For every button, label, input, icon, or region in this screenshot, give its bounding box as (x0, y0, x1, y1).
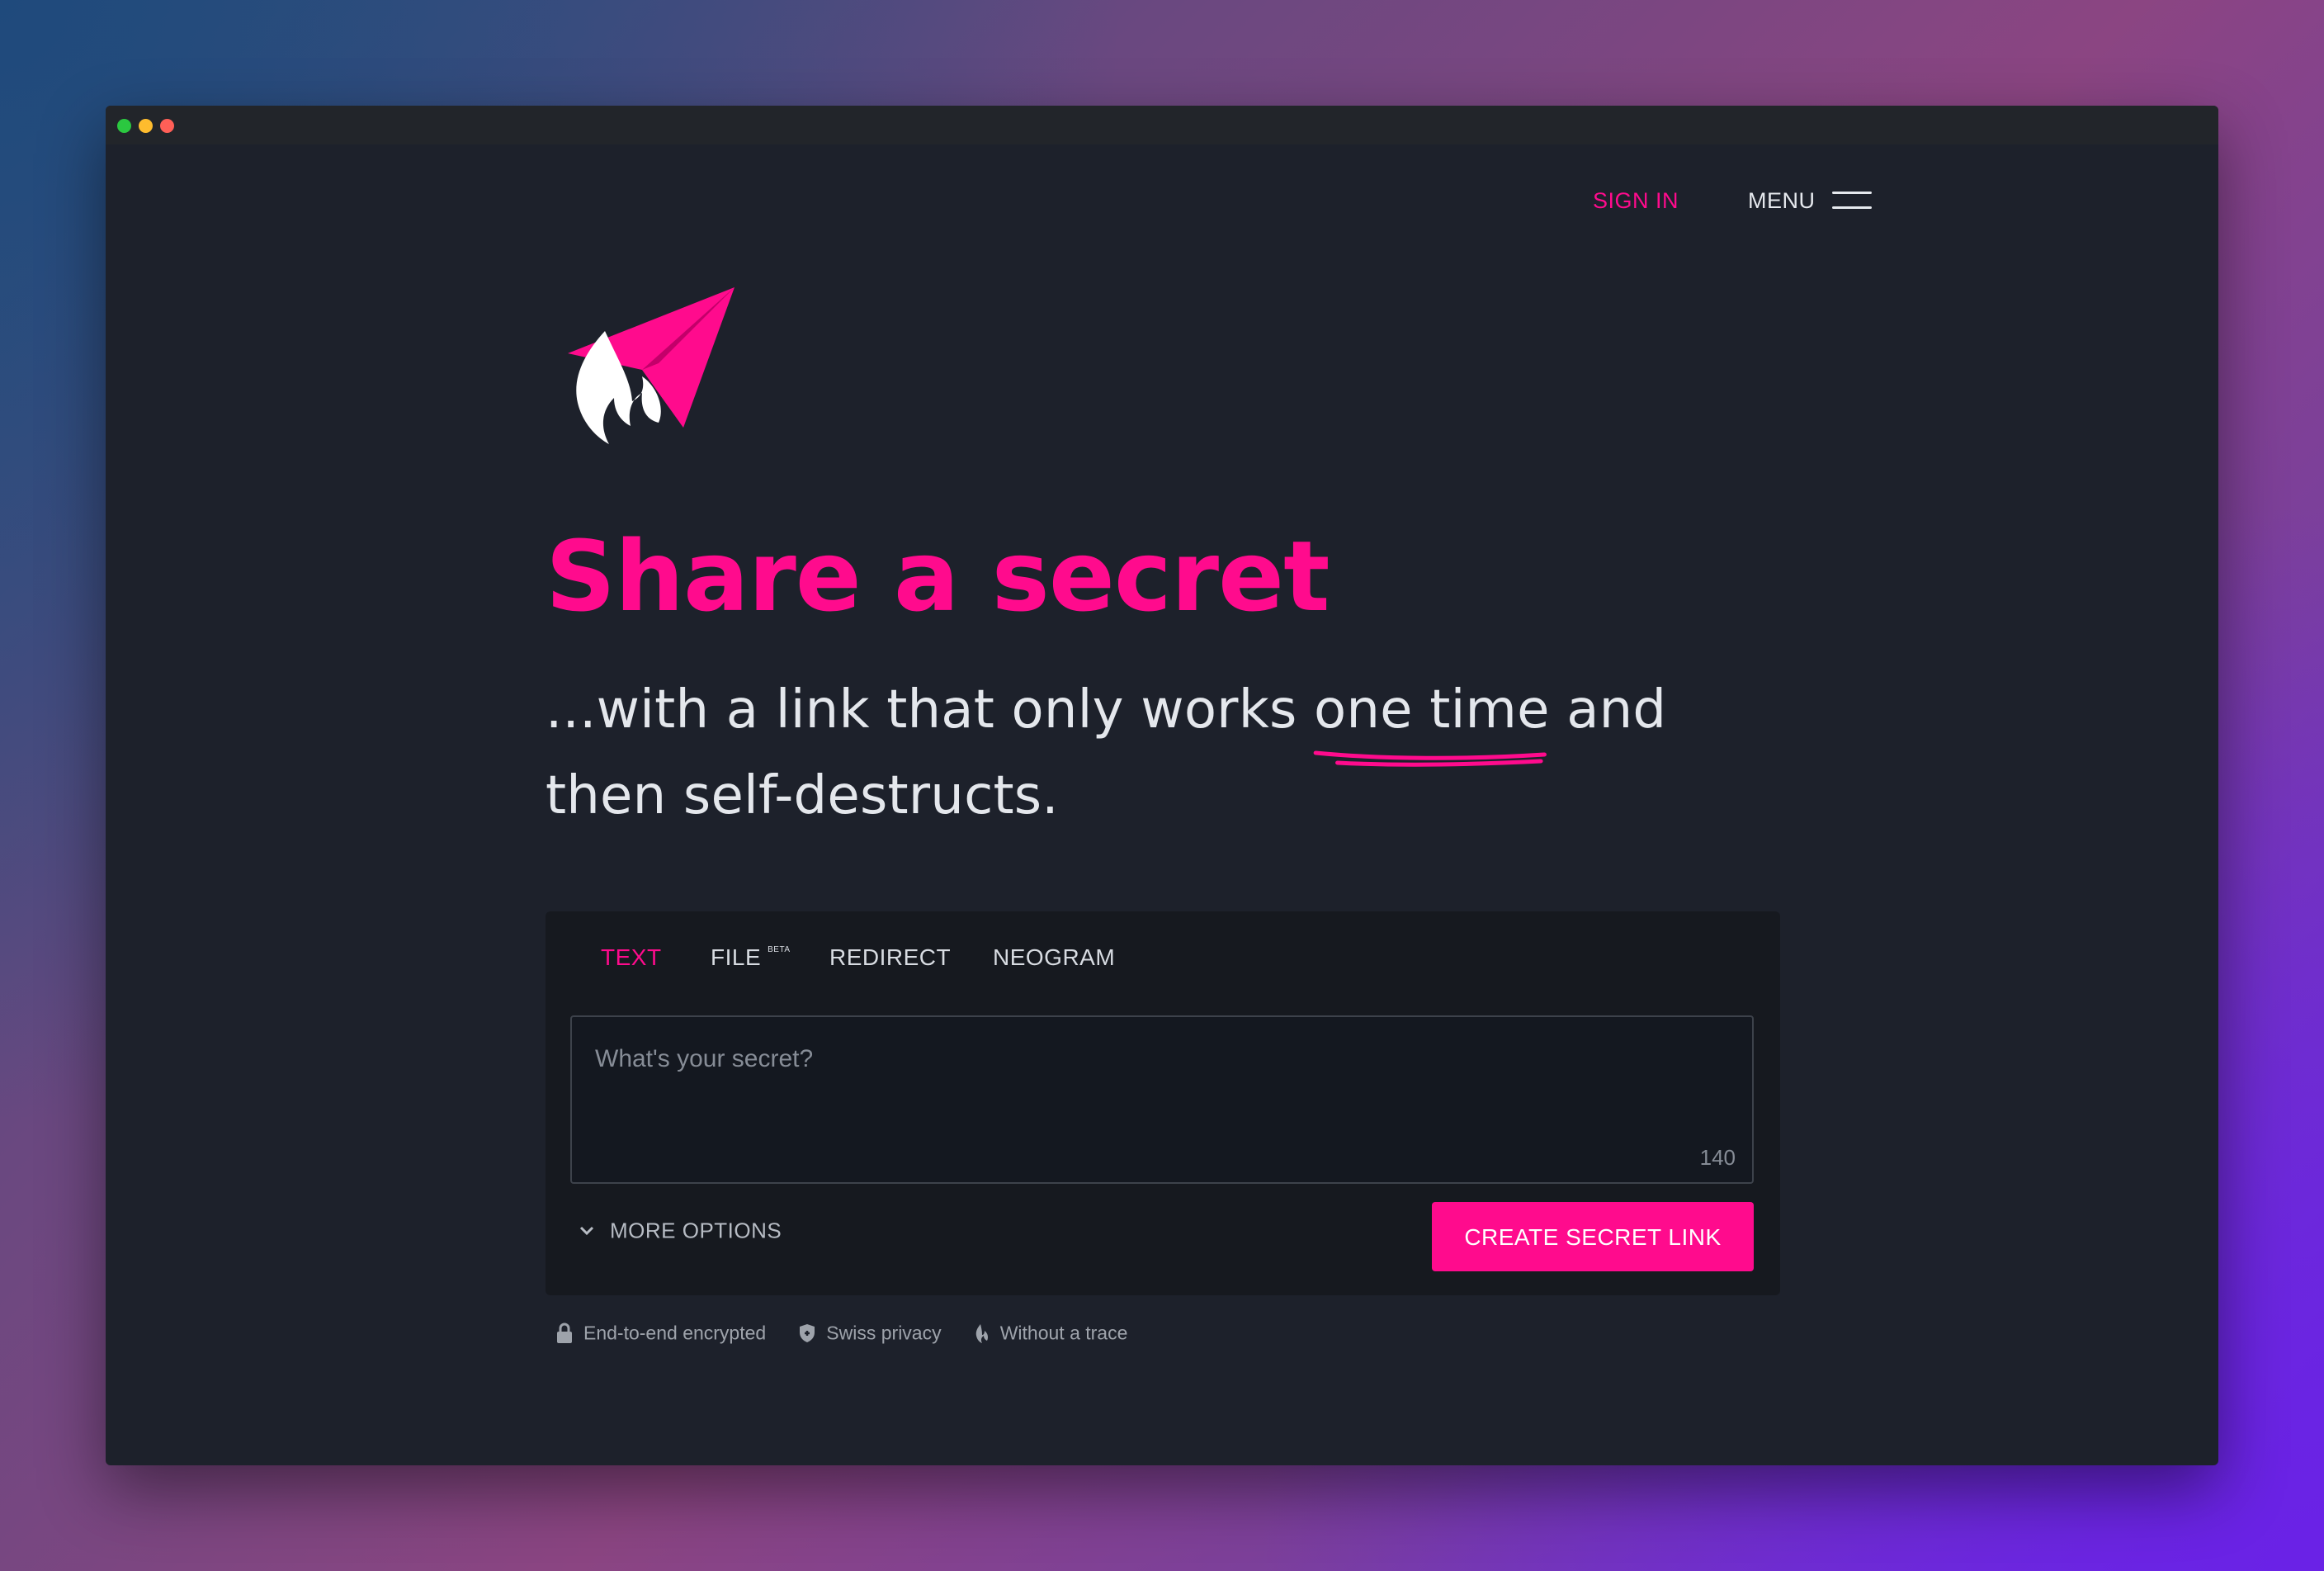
top-nav: SIGN IN MENU (1509, 178, 1872, 228)
lock-icon (557, 1323, 572, 1343)
char-counter: 140 (1699, 1145, 1736, 1170)
tab-text[interactable]: TEXT (601, 944, 662, 971)
subtitle-text-before: ...with a link that only works (546, 679, 1315, 741)
menu-button[interactable]: MENU (1748, 188, 1816, 214)
tab-bar: TEXT FILE BETA REDIRECT NEOGRAM (546, 944, 1780, 986)
feature-without-trace: Without a trace (974, 1321, 1128, 1344)
create-secret-link-button[interactable]: CREATE SECRET LINK (1432, 1202, 1754, 1271)
logo-icon (568, 287, 735, 444)
beta-badge: BETA (768, 944, 791, 954)
underline-scribble (1313, 750, 1547, 767)
browser-window: SIGN IN MENU Share a secret ...with a li… (106, 106, 2218, 1465)
more-options-label: MORE OPTIONS (610, 1218, 782, 1243)
flame-icon (975, 1323, 988, 1343)
feature-without-trace-label: Without a trace (999, 1322, 1128, 1344)
hamburger-menu-icon[interactable] (1832, 188, 1872, 213)
more-options-toggle[interactable]: MORE OPTIONS (579, 1217, 782, 1250)
feature-list: End-to-end encrypted Swiss privacy Witho… (555, 1321, 1155, 1354)
feature-encrypted-label: End-to-end encrypted (583, 1322, 767, 1344)
window-titlebar (106, 106, 2218, 144)
feature-swiss-privacy-label: Swiss privacy (826, 1322, 942, 1344)
secret-input[interactable] (572, 1017, 1752, 1182)
page-subtitle: ...with a link that only works one time … (546, 667, 1750, 839)
tab-file[interactable]: FILE BETA (711, 944, 791, 971)
window-minimize-button[interactable] (139, 119, 153, 133)
tab-file-label: FILE (711, 944, 762, 970)
subtitle-highlight-text: one time (1314, 679, 1550, 741)
tab-neogram[interactable]: NEOGRAM (993, 944, 1115, 971)
window-maximize-button[interactable] (117, 119, 131, 133)
feature-encrypted: End-to-end encrypted (555, 1321, 766, 1344)
secret-form-card: TEXT FILE BETA REDIRECT NEOGRAM 140 MORE … (546, 911, 1780, 1295)
sign-in-link[interactable]: SIGN IN (1593, 188, 1679, 214)
shield-icon (800, 1323, 815, 1342)
page-title: Share a secret (546, 519, 1330, 633)
secret-input-box: 140 (570, 1015, 1754, 1184)
subtitle-highlight: one time (1313, 667, 1550, 767)
feature-swiss-privacy: Swiss privacy (798, 1321, 942, 1344)
window-close-button[interactable] (160, 119, 174, 133)
chevron-down-icon (579, 1227, 594, 1236)
tab-redirect[interactable]: REDIRECT (829, 944, 951, 971)
